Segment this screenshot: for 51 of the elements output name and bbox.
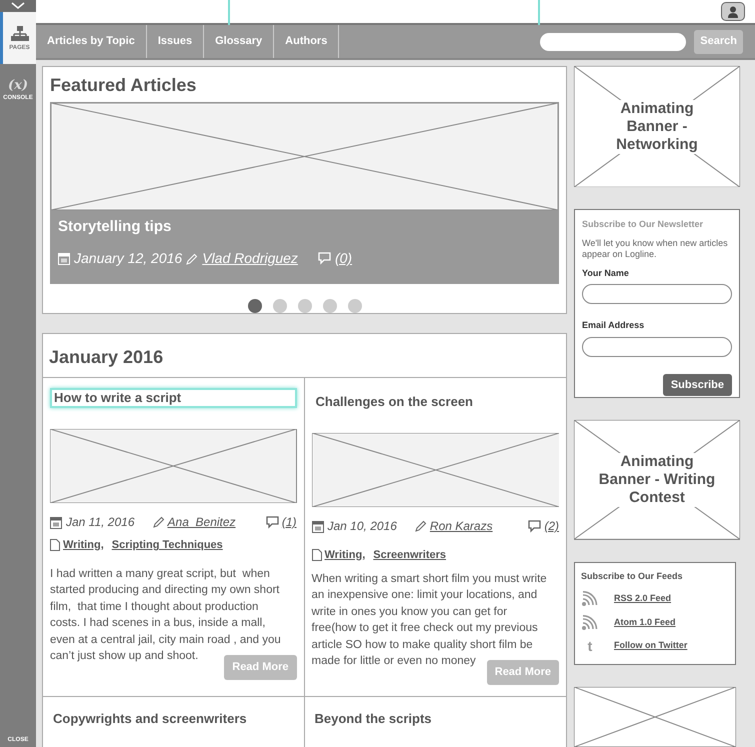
field-label: Email Address xyxy=(582,319,646,332)
newsletter-text: We'll let you know when new articles appear on Logline. xyxy=(582,238,729,260)
author-link[interactable]: Ron Karazs xyxy=(430,517,493,535)
feed-link[interactable]: Follow on Twitter xyxy=(614,639,688,653)
tumblr-icon: t xyxy=(588,639,592,654)
tag-link[interactable]: Screenwriters xyxy=(373,547,446,564)
pencil-icon xyxy=(152,516,165,528)
rss-icon xyxy=(581,615,599,632)
author-link[interactable]: Ana Benitez xyxy=(168,513,236,531)
separator: , xyxy=(362,548,366,563)
document-icon xyxy=(50,539,60,552)
separator: , xyxy=(100,538,104,553)
subscribe-button[interactable]: Subscribe xyxy=(662,374,732,396)
user-icon xyxy=(728,6,738,18)
pencil-icon xyxy=(414,520,427,532)
calendar-icon xyxy=(50,516,62,528)
article-date: Jan 11, 2016 xyxy=(66,514,135,531)
slide-title: Storytelling tips xyxy=(58,217,172,237)
article-date: Jan 10, 2016 xyxy=(328,518,397,535)
calendar-icon xyxy=(58,252,70,265)
feeds-title: Subscribe to Our Feeds xyxy=(581,570,684,583)
tag-link[interactable]: Writing xyxy=(324,547,362,564)
rss-icon xyxy=(581,591,599,608)
section-title: Featured Articles xyxy=(50,74,198,97)
comment-icon xyxy=(266,516,279,528)
chevron-down-icon xyxy=(11,2,25,10)
pencil-icon xyxy=(186,252,198,264)
article-title[interactable]: Beyond the scripts xyxy=(314,709,556,728)
article-title[interactable]: Challenges on the screen xyxy=(312,392,559,412)
slide-date: January 12, 2016 xyxy=(74,249,182,268)
input-field[interactable] xyxy=(582,284,732,304)
article-title[interactable]: How to write a script xyxy=(50,388,296,408)
user-button[interactable] xyxy=(721,2,745,21)
feed-link[interactable]: Atom 1.0 Feed xyxy=(614,616,676,630)
tag-link[interactable]: Scripting Techniques xyxy=(112,537,223,554)
section-title: January 2016 xyxy=(43,334,566,378)
comments-link[interactable]: (2) xyxy=(544,517,559,535)
tag-link[interactable]: Writing xyxy=(63,537,101,554)
field-label: Your Name xyxy=(582,266,630,280)
calendar-icon xyxy=(312,520,324,532)
newsletter-title: Subscribe to Our Newsletter xyxy=(582,218,704,232)
article-title[interactable]: Copywrights and screenwriters xyxy=(53,709,294,728)
document-icon xyxy=(312,549,322,562)
sitemap-icon xyxy=(10,26,28,42)
collapse-button[interactable] xyxy=(0,0,36,12)
comment-icon xyxy=(528,520,542,532)
input-field[interactable] xyxy=(582,336,732,357)
comment-icon xyxy=(318,252,331,265)
comments-link[interactable]: (1) xyxy=(282,513,296,531)
feed-link[interactable]: RSS 2.0 Feed xyxy=(614,592,672,606)
search-field[interactable] xyxy=(540,32,686,50)
